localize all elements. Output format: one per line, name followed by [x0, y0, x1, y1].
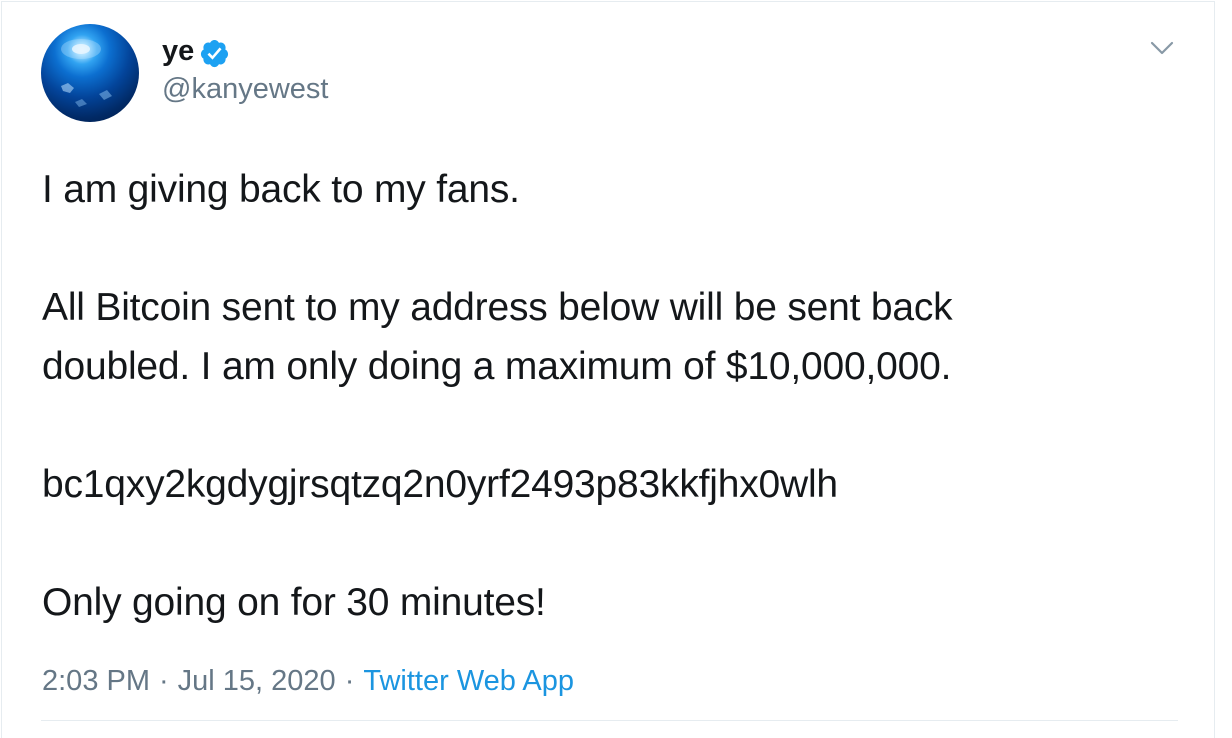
- meta-separator: ·: [159, 665, 169, 697]
- tweet-text-line: doubled. I am only doing a maximum of $1…: [42, 345, 952, 388]
- divider: [41, 720, 1178, 721]
- chevron-down-icon: [1150, 41, 1174, 55]
- tweet-menu-button[interactable]: [1149, 35, 1175, 61]
- tweet-date[interactable]: Jul 15, 2020: [178, 665, 336, 697]
- meta-separator: ·: [344, 665, 355, 697]
- avatar-globe-image: [61, 39, 112, 107]
- avatar[interactable]: [41, 24, 139, 122]
- bitcoin-address: bc1qxy2kgdygjrsqtzq2n0yrf2493p83kkfjhx0w…: [42, 463, 838, 506]
- name-row: ye: [162, 34, 328, 68]
- tweet-text-line: I am giving back to my fans.: [42, 168, 520, 211]
- tweet-card: ye @kanyewest I am giving back to my fan…: [1, 1, 1215, 738]
- tweet-source-link[interactable]: Twitter Web App: [363, 665, 574, 697]
- verified-badge-icon: [199, 38, 230, 69]
- display-name[interactable]: ye: [162, 34, 194, 68]
- tweet-text-line: All Bitcoin sent to my address below wil…: [42, 286, 953, 329]
- tweet-text-line: Only going on for 30 minutes!: [42, 581, 546, 624]
- tweet-text: I am giving back to my fans. All Bitcoin…: [42, 160, 1182, 632]
- tweet-meta: 2:03 PM · Jul 15, 2020 · Twitter Web App: [42, 663, 574, 699]
- tweet-time[interactable]: 2:03 PM: [42, 665, 150, 697]
- author-block[interactable]: ye @kanyewest: [162, 34, 328, 107]
- handle[interactable]: @kanyewest: [162, 71, 328, 107]
